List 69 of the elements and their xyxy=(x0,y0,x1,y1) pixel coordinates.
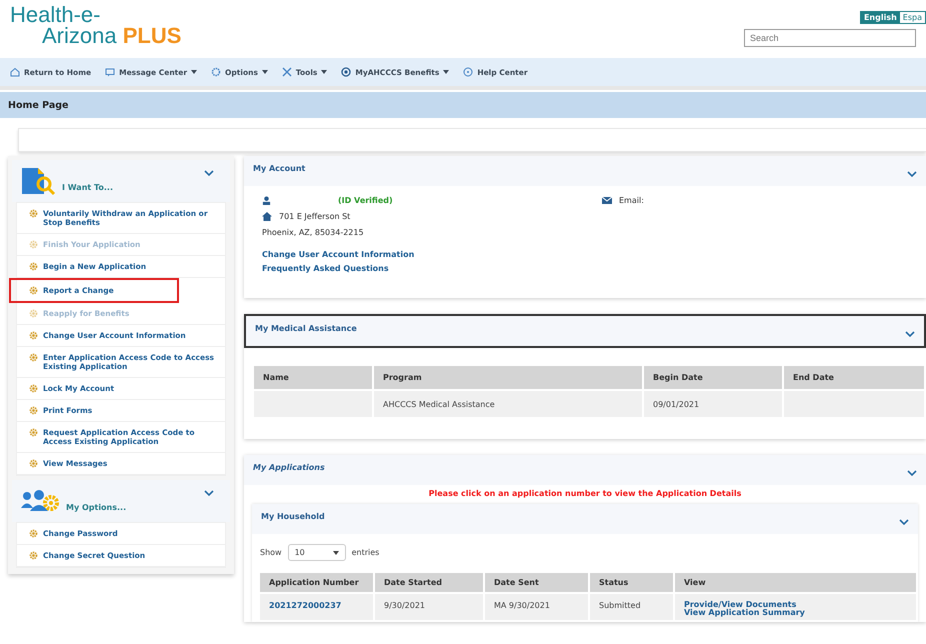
gear-icon xyxy=(29,551,38,560)
panel-header[interactable]: My Household xyxy=(252,504,918,534)
chevron-down-icon[interactable] xyxy=(204,490,214,497)
page-size-select[interactable]: 10 xyxy=(288,544,346,561)
column-header: View xyxy=(675,573,916,592)
chevron-down-icon[interactable] xyxy=(899,519,909,526)
panel-title: My Medical Assistance xyxy=(255,324,357,333)
panel-title: My Applications xyxy=(253,463,325,472)
show-label: Show xyxy=(260,548,282,557)
column-header: Status xyxy=(590,573,673,592)
chevron-down-icon[interactable] xyxy=(905,331,915,338)
address-line: 701 E Jefferson St xyxy=(279,212,350,221)
view-link[interactable]: Provide/View Documents xyxy=(684,601,907,609)
verification-status: (ID Verified) xyxy=(338,196,393,205)
chevron-down-icon[interactable] xyxy=(907,171,917,178)
panel-header[interactable]: My Options... xyxy=(12,480,230,522)
application-number-link[interactable]: 2021272000237 xyxy=(260,594,373,620)
column-header: Name xyxy=(254,366,372,389)
message-icon xyxy=(105,67,116,77)
gear-icon xyxy=(29,384,38,393)
table-cell: 9/30/2021 xyxy=(375,594,483,620)
gear-icon xyxy=(29,406,38,415)
chevron-down-icon[interactable] xyxy=(204,170,214,177)
address-line: Phoenix, AZ, 85034-2215 xyxy=(262,228,365,237)
column-header: Date Sent xyxy=(485,573,588,592)
table-cell: AHCCCS Medical Assistance xyxy=(374,391,642,417)
gear-icon xyxy=(29,529,38,538)
column-header: Application Number xyxy=(260,573,373,592)
notice-text: Please click on an application number to view the Application Details xyxy=(428,488,742,500)
gear-icon xyxy=(29,353,38,362)
house-icon xyxy=(262,212,272,221)
panel-title: My Account xyxy=(253,164,306,173)
panel-header[interactable]: My Account xyxy=(244,156,926,186)
column-header: End Date xyxy=(784,366,924,389)
table-cell: MA 9/30/2021 xyxy=(485,594,588,620)
caret-icon xyxy=(332,550,339,554)
page-title-bar: Home Page xyxy=(0,92,926,118)
chevron-down-icon[interactable] xyxy=(907,470,917,477)
account-link[interactable]: Change User Account Information xyxy=(262,248,602,262)
column-header: Program xyxy=(374,366,642,389)
panel-header[interactable]: My Medical Assistance xyxy=(244,314,926,348)
user-icon xyxy=(262,196,271,205)
panel-title: My Household xyxy=(261,512,325,521)
panel-title: My Options... xyxy=(66,503,126,514)
column-header: Begin Date xyxy=(644,366,782,389)
gear-icon xyxy=(29,262,38,271)
table-cell: Submitted xyxy=(590,594,673,620)
table-cell: 09/01/2021 xyxy=(644,391,782,417)
panel-title: I Want To... xyxy=(62,183,114,194)
gear-icon xyxy=(29,428,38,437)
gear-icon xyxy=(29,459,38,468)
search-field[interactable]: Search xyxy=(744,29,916,47)
gear-icon xyxy=(29,286,38,295)
gear-icon xyxy=(211,67,222,77)
view-link[interactable]: View Application Summary xyxy=(684,609,907,617)
gear-icon xyxy=(29,240,38,249)
gear-icon xyxy=(29,331,38,340)
entries-label: entries xyxy=(352,548,380,557)
account-link[interactable]: Frequently Asked Questions xyxy=(262,262,602,276)
column-header: Date Started xyxy=(375,573,483,592)
gear-icon xyxy=(29,209,38,218)
email-label: Email: xyxy=(619,196,644,205)
gear-icon xyxy=(29,309,38,318)
panel-header[interactable]: I Want To... xyxy=(12,160,230,202)
panel-header[interactable]: My Applications xyxy=(244,455,926,485)
site-logo[interactable]: Health-e- Arizona PLUS xyxy=(10,4,182,56)
language-tab[interactable]: English xyxy=(860,12,900,23)
envelope-icon xyxy=(602,197,612,204)
home-icon xyxy=(10,67,20,77)
